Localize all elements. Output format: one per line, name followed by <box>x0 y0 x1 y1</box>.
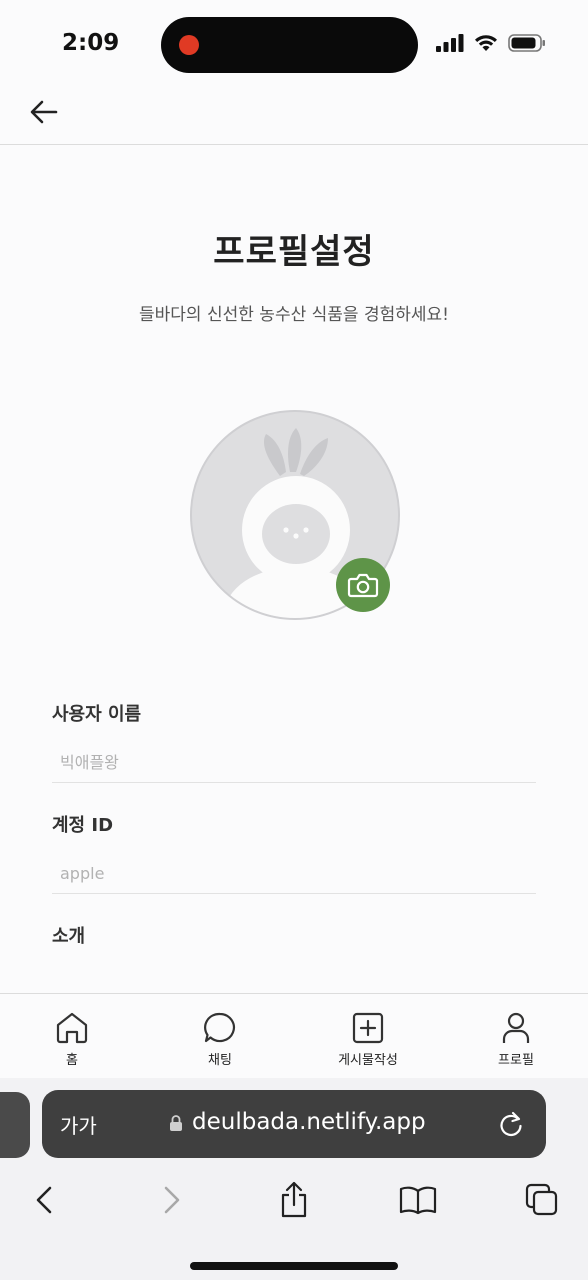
chevron-right-icon <box>164 1186 180 1214</box>
account-id-input[interactable] <box>52 854 536 894</box>
bottom-tab-bar: 홈 채팅 게시물작성 프로필 <box>0 993 588 1083</box>
username-label: 사용자 이름 <box>52 704 142 725</box>
lock-icon <box>170 1115 182 1131</box>
reload-icon[interactable] <box>498 1110 524 1138</box>
recording-indicator <box>179 35 199 55</box>
share-button[interactable] <box>272 1178 316 1222</box>
cellular-signal-icon <box>436 34 464 52</box>
browser-chrome: 가가 deulbada.netlify.app <box>0 1078 588 1280</box>
profile-image-area <box>190 410 400 620</box>
intro-label: 소개 <box>52 926 86 947</box>
home-indicator <box>190 1262 398 1270</box>
bookmarks-button[interactable] <box>396 1178 440 1222</box>
reader-settings-button[interactable]: 가가 <box>60 1110 97 1139</box>
tabs-icon <box>525 1183 558 1216</box>
previous-tab-peek[interactable] <box>0 1092 30 1158</box>
username-input[interactable] <box>52 743 536 783</box>
status-icons <box>436 34 546 52</box>
tab-profile-label: 프로필 <box>498 1053 534 1068</box>
user-icon <box>502 1012 530 1043</box>
tab-create-post-label: 게시물작성 <box>338 1053 398 1068</box>
tabs-button[interactable] <box>520 1178 564 1222</box>
home-icon <box>56 1012 88 1044</box>
app-header <box>0 90 588 145</box>
book-icon <box>399 1186 437 1215</box>
status-bar: 2:09 <box>0 0 588 90</box>
battery-icon <box>508 34 545 52</box>
back-button[interactable] <box>24 92 64 132</box>
dynamic-island <box>161 17 418 73</box>
address-bar[interactable]: 가가 deulbada.netlify.app <box>42 1090 546 1158</box>
browser-back-button[interactable] <box>22 1178 66 1222</box>
tab-home[interactable]: 홈 <box>22 1012 122 1068</box>
chat-icon <box>204 1012 235 1043</box>
change-photo-button[interactable] <box>336 558 390 612</box>
tab-create-post[interactable]: 게시물작성 <box>318 1012 418 1068</box>
wifi-icon <box>475 35 497 51</box>
account-id-field-group: 계정 ID <box>52 811 536 894</box>
page-title: 프로필설정 <box>213 232 375 272</box>
page-subtitle: 들바다의 신선한 농수산 식품을 경험하세요! <box>139 305 449 325</box>
url-text: deulbada.netlify.app <box>192 1109 426 1135</box>
account-id-label: 계정 ID <box>52 815 114 836</box>
status-time: 2:09 <box>62 30 120 56</box>
tab-chat[interactable]: 채팅 <box>170 1012 270 1068</box>
username-field-group: 사용자 이름 <box>52 700 536 783</box>
tab-profile[interactable]: 프로필 <box>466 1012 566 1068</box>
camera-icon <box>347 573 379 598</box>
arrow-left-icon <box>30 100 58 124</box>
intro-field-group: 소개 <box>52 922 536 948</box>
profile-form: 사용자 이름 계정 ID 소개 <box>52 700 536 976</box>
tab-home-label: 홈 <box>66 1053 78 1068</box>
browser-forward-button[interactable] <box>150 1178 194 1222</box>
chevron-left-icon <box>36 1186 52 1214</box>
tab-chat-label: 채팅 <box>208 1053 232 1068</box>
share-icon <box>281 1181 307 1218</box>
add-post-icon <box>352 1012 384 1044</box>
